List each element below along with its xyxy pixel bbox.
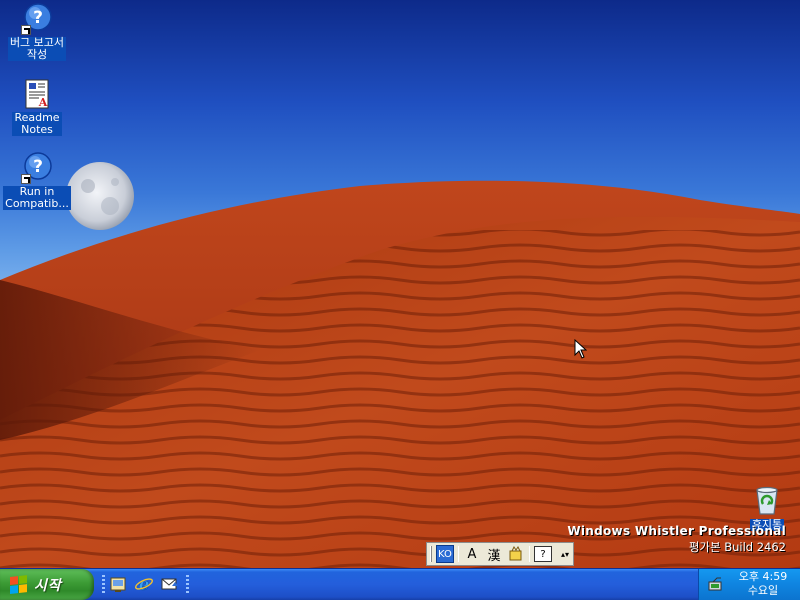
wallpaper-dune-image: [0, 162, 800, 568]
outlook-express-icon[interactable]: [160, 574, 180, 594]
document-icon: A: [21, 78, 53, 110]
build-watermark: Windows Whistler Professional 평가본 Build …: [567, 524, 786, 555]
show-desktop-icon[interactable]: [108, 574, 128, 594]
help-shortcut-icon: ?: [21, 3, 53, 35]
clock[interactable]: 오후 4:59 수요일: [729, 570, 797, 598]
desktop[interactable]: ? 버그 보고서 작성 A Readme Notes ? Run in Comp…: [0, 0, 800, 568]
quick-launch-toolbar: e: [108, 574, 180, 595]
separator: [458, 546, 459, 562]
desktop-icon-readme-notes[interactable]: A Readme Notes: [0, 78, 74, 136]
internet-explorer-icon[interactable]: e: [134, 574, 154, 595]
hanja-button[interactable]: 漢: [485, 545, 503, 564]
toolbar-grip[interactable]: [102, 575, 105, 595]
separator: [529, 546, 530, 562]
toolbar-grip[interactable]: [186, 575, 189, 595]
ime-language-button[interactable]: KO: [436, 545, 454, 563]
start-label: 시작: [34, 577, 62, 594]
desktop-icon-bug-report[interactable]: ? 버그 보고서 작성: [0, 3, 74, 61]
desktop-icon-label: Readme Notes: [12, 111, 62, 136]
svg-text:?: ?: [33, 157, 43, 177]
desktop-icon-label: Run in Compatib...: [3, 185, 71, 210]
taskbar: 시작 e 오후 4:59 수요일: [0, 568, 800, 600]
svg-text:?: ?: [33, 8, 43, 28]
clock-day: 수요일: [747, 584, 779, 597]
language-bar[interactable]: KO A 漢 ? ▴▾: [426, 542, 574, 566]
watermark-title: Windows Whistler Professional: [567, 524, 786, 538]
mouse-pointer-icon: [574, 339, 587, 359]
help-shortcut-icon: ?: [21, 152, 53, 184]
ime-pad-icon[interactable]: [507, 545, 525, 563]
language-bar-grip[interactable]: [430, 546, 432, 562]
options-menu-button[interactable]: ▴▾: [556, 545, 574, 563]
recycle-bin-icon: [751, 484, 783, 516]
desktop-icon-run-in-compat[interactable]: ? Run in Compatib...: [0, 152, 74, 210]
windows-logo-icon: [10, 574, 28, 595]
svg-text:e: e: [139, 575, 150, 594]
help-button[interactable]: ?: [534, 546, 552, 562]
input-mode-button[interactable]: A: [463, 545, 481, 563]
watermark-build: 평가본 Build 2462: [688, 540, 786, 554]
network-tray-icon[interactable]: [707, 576, 725, 592]
clock-time: 오후 4:59: [738, 570, 788, 583]
svg-text:A: A: [38, 96, 48, 109]
start-button[interactable]: 시작: [0, 569, 94, 600]
desktop-icon-label: 버그 보고서 작성: [7, 36, 67, 61]
notification-area: 오후 4:59 수요일: [698, 569, 800, 600]
